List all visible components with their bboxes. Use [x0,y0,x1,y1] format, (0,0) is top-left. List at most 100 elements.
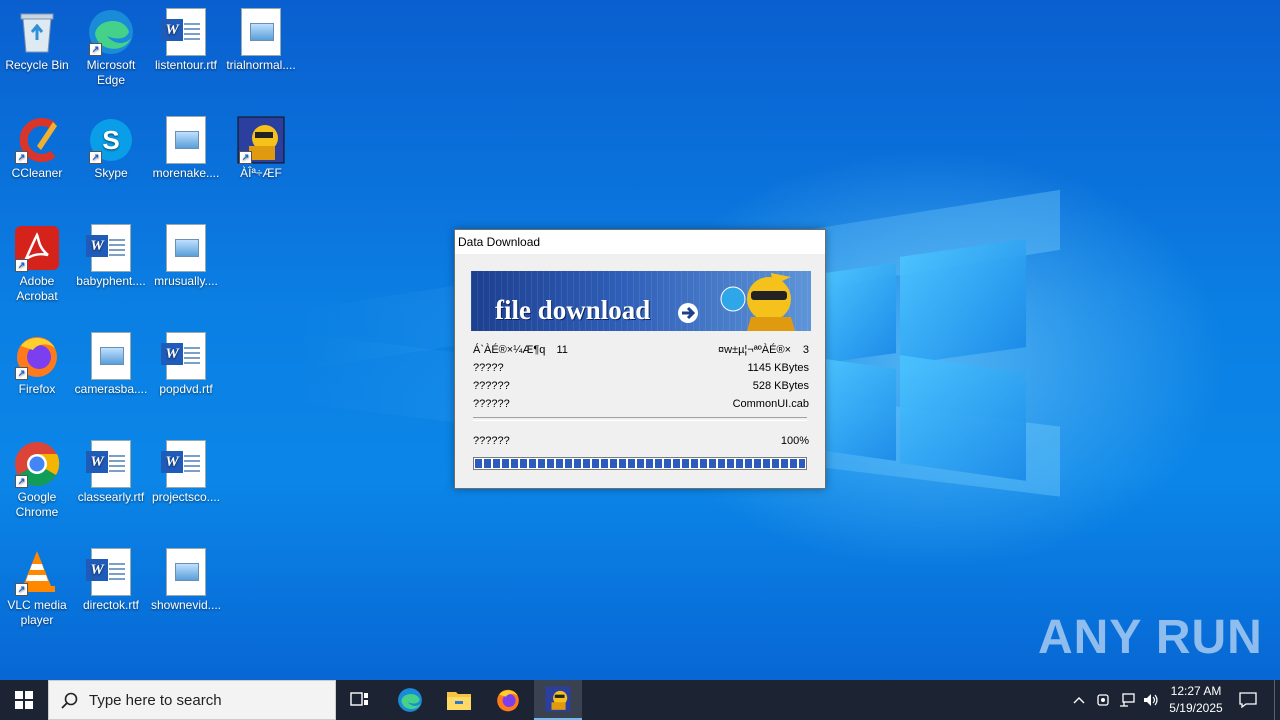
show-hidden-icons-button[interactable] [1068,680,1090,720]
icon-label: Skype [94,166,128,180]
icon-label: camerasba.... [74,382,148,396]
desktop-icon-popdvd[interactable]: W popdvd.rtf [149,332,223,397]
data-download-dialog[interactable]: Data Download file download Á`ÀÉ®×¼Æ¶q 1… [454,229,826,489]
received-files-value: 3 [802,344,809,356]
setup-app-icon: ↗ [237,116,285,164]
clock-time: 12:27 AM [1170,684,1222,698]
volume-icon [1144,694,1158,706]
word-doc-icon: W [161,332,210,380]
desktop-icon-edge[interactable]: ↗ Microsoft Edge [74,8,148,88]
desktop-icon-chrome[interactable]: ↗ Google Chrome [0,440,74,520]
image-file-icon [162,224,210,272]
dialog-title[interactable]: Data Download [455,230,825,254]
downloaded-size-row: ?????? 528 KBytes [473,378,809,394]
image-file-icon [162,548,210,596]
total-files-value: 11 [556,344,568,356]
icon-label: babyphent.... [76,274,146,288]
word-doc-icon: W [86,224,135,272]
edge-icon: ↗ [87,8,135,56]
windows-logo-pane [900,239,1026,365]
skype-icon: S ↗ [87,116,135,164]
device-icon [1097,694,1109,706]
image-file-icon [237,8,285,56]
windows-logo-pane [826,263,896,363]
svg-text:S: S [102,125,119,155]
icon-label: trialnormal.... [226,58,296,72]
word-doc-icon: W [86,548,135,596]
image-file-icon [162,116,210,164]
desktop-icon-setup-app[interactable]: ↗ ÀÎª÷ÆF [224,116,298,181]
total-size-label: ????? [473,362,504,374]
search-icon [61,692,78,709]
windows-logo-pane [826,359,896,461]
icon-label: listentour.rtf [154,58,218,72]
tray-volume-icon[interactable] [1140,680,1162,720]
clock-date: 5/19/2025 [1169,701,1223,715]
progress-label: ?????? [473,435,510,447]
acrobat-icon: ↗ [13,224,61,272]
desktop-icon-morenake[interactable]: morenake.... [149,116,223,181]
mascot-icon [720,273,795,331]
desktop-icon-directok[interactable]: W directok.rtf [74,548,148,613]
desktop-icon-classearly[interactable]: W classearly.rtf [74,440,148,505]
word-doc-icon: W [161,440,210,488]
show-desktop-button[interactable] [1274,680,1280,720]
file-count-row: Á`ÀÉ®×¼Æ¶q 11 ¤w±µ¦¬ªºÀÉ®× 3 [473,342,809,358]
icon-label: projectsco.... [151,490,221,504]
task-view-button[interactable] [336,680,384,720]
icon-label: Microsoft Edge [86,58,136,87]
recycle-bin-icon [13,8,61,56]
progress-percent: 100% [780,435,809,447]
ccleaner-icon: ↗ [13,116,61,164]
desktop-icon-listentour[interactable]: W listentour.rtf [149,8,223,73]
desktop-icon-recycle-bin[interactable]: Recycle Bin [0,8,74,73]
desktop-icon-babyphent[interactable]: W babyphent.... [74,224,148,289]
desktop-icon-projectsco[interactable]: W projectsco.... [149,440,223,505]
downloaded-size-value: 528 KBytes [752,380,809,392]
windows-logo-pane [900,355,1026,481]
taskbar-setup-app[interactable] [534,680,582,720]
task-view-icon [350,692,368,706]
taskbar-edge[interactable] [386,680,434,720]
tray-network-icon[interactable] [1116,680,1138,720]
desktop-icon-mrusually[interactable]: mrusually.... [149,224,223,289]
icon-label: Firefox [18,382,56,396]
desktop-icon-ccleaner[interactable]: ↗ CCleaner [0,116,74,181]
progress-fill [475,459,805,468]
icon-label: VLC media player [7,598,67,627]
total-size-row: ????? 1145 KBytes [473,360,809,376]
download-progress-bar [473,457,807,470]
total-files-label: Á`ÀÉ®×¼Æ¶q [473,344,546,356]
chrome-icon: ↗ [13,440,61,488]
anyrun-watermark: ANY RUN [1038,610,1263,665]
chevron-up-icon [1073,697,1085,704]
icon-label: shownevid.... [150,598,222,612]
firefox-icon [497,689,519,712]
taskbar-firefox[interactable] [484,680,532,720]
desktop[interactable]: Recycle Bin ↗ Microsoft Edge W listentou… [0,0,1280,680]
downloaded-size-label: ?????? [473,380,510,392]
start-button[interactable] [0,680,48,720]
desktop-icon-vlc[interactable]: ↗ VLC media player [0,548,74,628]
network-icon [1120,693,1135,707]
image-file-icon [87,332,135,380]
taskbar-clock[interactable]: 12:27 AM 5/19/2025 [1160,683,1232,717]
desktop-icon-camerasba[interactable]: camerasba.... [74,332,148,397]
desktop-icon-firefox[interactable]: ↗ Firefox [0,332,74,397]
watermark-text: ANY RUN [1038,611,1263,664]
icon-label: morenake.... [152,166,220,180]
desktop-icon-acrobat[interactable]: ↗ Adobe Acrobat [0,224,74,304]
icon-label: popdvd.rtf [159,382,213,396]
desktop-icon-skype[interactable]: S ↗ Skype [74,116,148,181]
tray-device-icon[interactable] [1092,680,1114,720]
word-doc-icon: W [86,440,135,488]
taskbar-file-explorer[interactable] [435,680,483,720]
desktop-icon-trialnormal[interactable]: trialnormal.... [224,8,298,73]
current-file-label: ?????? [473,398,510,410]
desktop-icon-shownevid[interactable]: shownevid.... [149,548,223,613]
action-center-button[interactable] [1234,680,1262,720]
received-files-label: ¤w±µ¦¬ªºÀÉ®× [717,344,791,356]
taskbar-search-box[interactable]: Type here to search [48,680,336,720]
icon-label: Recycle Bin [5,58,69,72]
icon-label: classearly.rtf [77,490,145,504]
